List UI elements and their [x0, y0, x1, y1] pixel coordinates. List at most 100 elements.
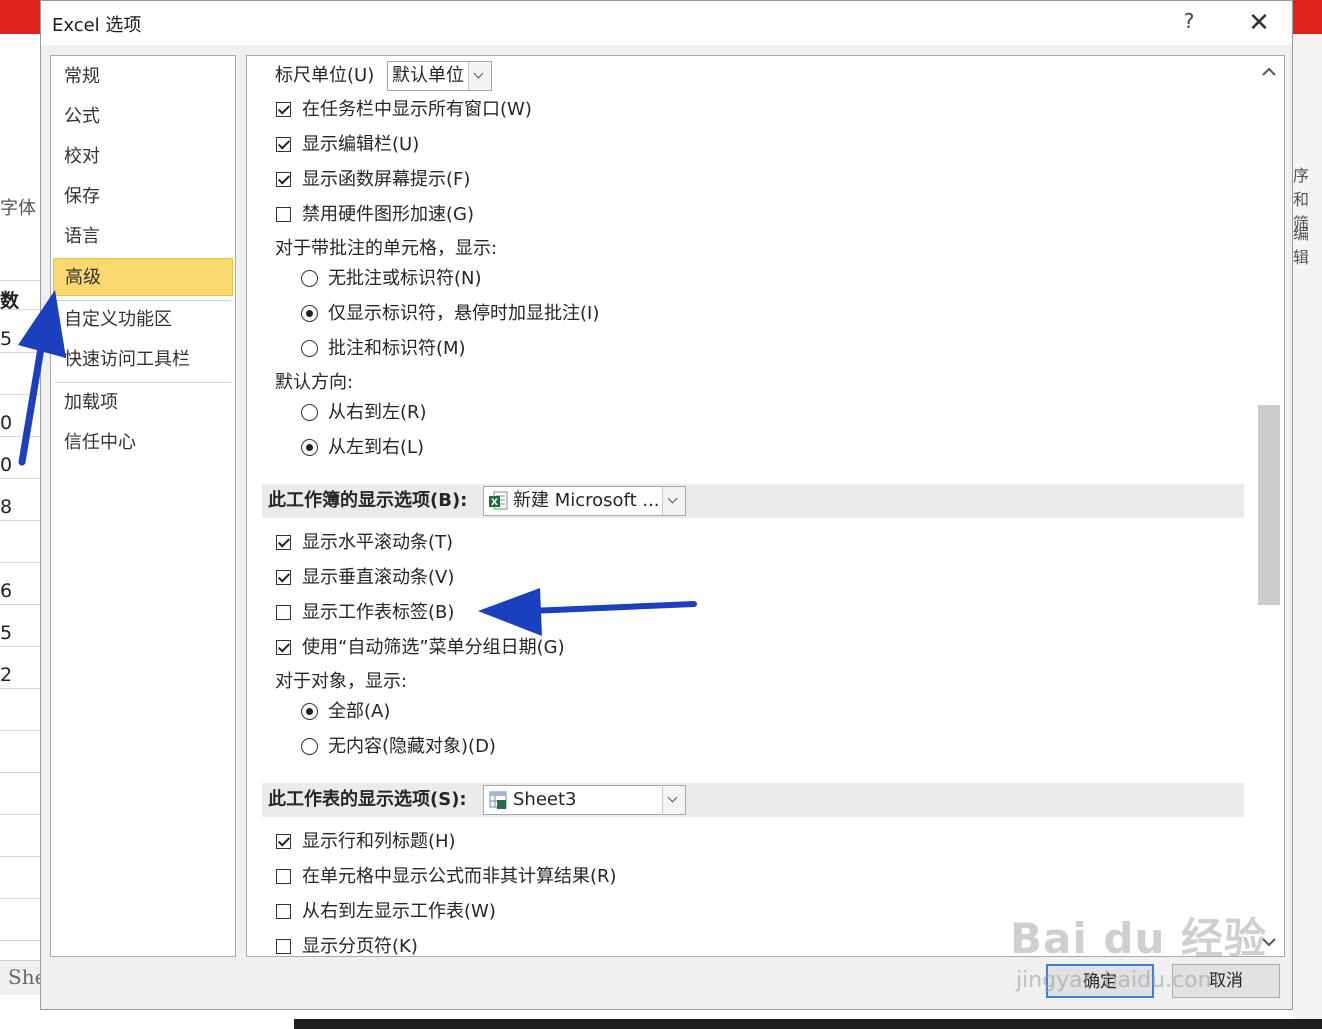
cell-value: 0 — [0, 454, 13, 476]
worksheet-select[interactable]: Sheet3 — [483, 785, 686, 815]
ruler-units-select[interactable]: 默认单位 — [387, 61, 492, 91]
ruler-units-label: 标尺单位(U) — [275, 65, 375, 86]
row-divider — [0, 730, 40, 731]
worksheet-display-section: 此工作表的显示选项(S): — [262, 783, 1244, 817]
formula-bar-label: 显示编辑栏(U) — [302, 134, 420, 155]
page-breaks-label: 显示分页符(K) — [302, 936, 418, 957]
row-divider — [0, 646, 40, 647]
nav-item-formulas[interactable]: 公式 — [53, 98, 233, 136]
hw-accel-checkbox[interactable] — [276, 207, 291, 222]
row-divider — [0, 436, 40, 437]
cell-value: 8 — [0, 496, 13, 518]
function-tips-checkbox[interactable] — [276, 172, 291, 187]
cell-value: 数 — [0, 290, 20, 312]
chevron-down-icon — [662, 786, 685, 814]
nav-item-trust-center[interactable]: 信任中心 — [53, 424, 233, 462]
scroll-up-icon[interactable] — [1260, 62, 1278, 82]
horizontal-scrollbar-checkbox[interactable] — [276, 535, 291, 550]
taskbar-windows-label: 在任务栏中显示所有窗口(W) — [302, 99, 532, 120]
show-formulas-checkbox[interactable] — [276, 869, 291, 884]
objects-all-radio[interactable] — [301, 703, 318, 720]
rtl-sheet-checkbox[interactable] — [276, 904, 291, 919]
left-to-right-radio[interactable] — [301, 439, 318, 456]
left-to-right-label: 从左到右(L) — [328, 437, 425, 458]
objects-hidden-label: 无内容(隐藏对象)(D) — [328, 736, 496, 757]
nav-item-quick-access-toolbar[interactable]: 快速访问工具栏 — [53, 341, 233, 379]
cell-value: 5 — [0, 328, 13, 350]
cell-value: 0 — [0, 412, 13, 434]
nav-item-save[interactable]: 保存 — [53, 178, 233, 216]
comments-and-indicators-radio[interactable] — [301, 340, 318, 357]
sheet-tabs-label: 显示工作表标签(B) — [302, 602, 455, 623]
default-direction-heading: 默认方向: — [275, 372, 354, 393]
no-comments-label: 无批注或标识符(N) — [328, 268, 482, 289]
scrollbar-thumb[interactable] — [1258, 405, 1280, 605]
dialog-title: Excel 选项 — [52, 15, 142, 36]
group-dates-label: 使用“自动筛选”菜单分组日期(G) — [302, 637, 565, 658]
row-divider — [0, 604, 40, 605]
options-nav: 常规 公式 校对 保存 语言 高级 自定义功能区 快速访问工具栏 加载项 信任中… — [50, 55, 236, 957]
nav-item-add-ins[interactable]: 加载项 — [53, 384, 233, 422]
vertical-scrollbar-label: 显示垂直滚动条(V) — [302, 567, 455, 588]
vertical-scrollbar-checkbox[interactable] — [276, 570, 291, 585]
row-divider — [0, 688, 40, 689]
cell-value: 2 — [0, 664, 13, 686]
indicator-only-radio[interactable] — [301, 305, 318, 322]
workbook-display-label: 此工作簿的显示选项(B): — [268, 490, 468, 511]
formula-bar-checkbox[interactable] — [276, 137, 291, 152]
chevron-down-icon — [468, 62, 491, 90]
nav-item-customize-ribbon[interactable]: 自定义功能区 — [53, 301, 233, 339]
indicator-only-label: 仅显示标识符，悬停时加显批注(I) — [328, 303, 600, 324]
row-divider — [0, 940, 40, 941]
comments-heading: 对于带批注的单元格，显示: — [275, 238, 498, 259]
nav-item-language[interactable]: 语言 — [53, 218, 233, 256]
nav-divider — [55, 382, 231, 383]
rtl-sheet-label: 从右到左显示工作表(W) — [302, 901, 496, 922]
row-divider — [0, 520, 40, 521]
function-tips-label: 显示函数屏幕提示(F) — [302, 169, 471, 190]
row-divider — [0, 898, 40, 899]
workbook-select[interactable]: X 新建 Microsoft ... — [483, 486, 686, 516]
help-button[interactable]: ? — [1179, 9, 1199, 37]
hw-accel-label: 禁用硬件图形加速(G) — [302, 204, 474, 225]
taskbar-windows-checkbox[interactable] — [276, 102, 291, 117]
row-col-headers-checkbox[interactable] — [276, 834, 291, 849]
ribbon-right-edge: 序和筛 编辑 — [1293, 34, 1322, 1029]
ribbon-font-label: 字体 — [0, 198, 36, 219]
no-comments-radio[interactable] — [301, 270, 318, 287]
sheet-tabs-checkbox[interactable] — [276, 605, 291, 620]
sheet-tab[interactable]: She — [0, 960, 46, 995]
worksheet-icon — [489, 791, 507, 809]
page-breaks-checkbox[interactable] — [276, 939, 291, 954]
excel-workbook-icon: X — [489, 491, 508, 510]
row-divider — [0, 856, 40, 857]
comments-and-indicators-label: 批注和标识符(M) — [328, 338, 466, 359]
svg-text:X: X — [491, 498, 498, 508]
right-to-left-label: 从右到左(R) — [328, 402, 427, 423]
worksheet-display-label: 此工作表的显示选项(S): — [268, 789, 467, 810]
objects-all-label: 全部(A) — [328, 701, 391, 722]
cell-value: 5 — [0, 622, 13, 644]
taskbar — [294, 1019, 1322, 1029]
nav-item-advanced[interactable]: 高级 — [53, 258, 233, 296]
advanced-options-panel: 标尺单位(U) 默认单位 在任务栏中显示所有窗口(W) 显示编辑栏(U) 显示函… — [246, 55, 1285, 957]
cell-value: 6 — [0, 580, 13, 602]
nav-item-general[interactable]: 常规 — [53, 58, 233, 96]
ruler-units-value: 默认单位 — [392, 65, 464, 86]
baidu-watermark: Bai du 经验 — [1010, 914, 1267, 963]
objects-heading: 对于对象，显示: — [275, 671, 408, 692]
row-divider — [0, 280, 40, 281]
row-divider — [0, 562, 40, 563]
row-divider — [0, 352, 40, 353]
right-to-left-radio[interactable] — [301, 404, 318, 421]
nav-item-proofing[interactable]: 校对 — [53, 138, 233, 176]
workbook-display-section: 此工作簿的显示选项(B): — [262, 484, 1244, 518]
editing-group-label: 编辑 — [1293, 224, 1310, 267]
close-button[interactable]: ✕ — [1241, 7, 1277, 39]
objects-hidden-radio[interactable] — [301, 738, 318, 755]
group-dates-checkbox[interactable] — [276, 640, 291, 655]
worksheet-select-value: Sheet3 — [513, 789, 577, 810]
row-divider — [0, 772, 40, 773]
worksheet-row-headers: 字体 数 5 0 0 8 6 5 2 — [0, 34, 40, 1029]
chevron-down-icon — [662, 487, 685, 515]
